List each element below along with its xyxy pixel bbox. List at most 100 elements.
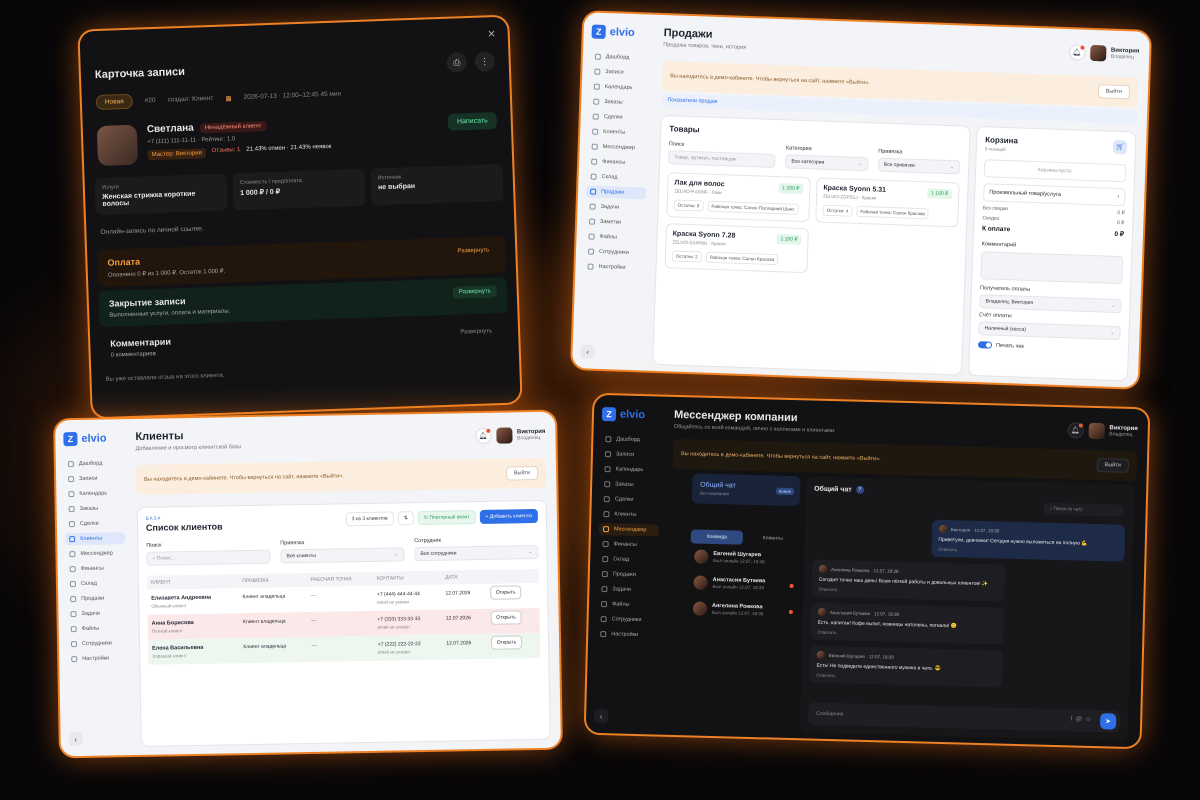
exit-button[interactable]: Выйти xyxy=(505,465,539,481)
reply-link[interactable]: Ответить xyxy=(816,673,996,683)
reply-link[interactable]: Ответить xyxy=(818,587,998,597)
sidebar-item[interactable]: Сделки xyxy=(600,493,660,507)
sidebar-item[interactable]: Финансы xyxy=(598,538,658,552)
print-icon[interactable]: ⎙ xyxy=(446,52,468,73)
sidebar-item[interactable]: Финансы xyxy=(66,562,126,575)
collapse-icon[interactable]: ‹ xyxy=(68,731,83,747)
account-select[interactable]: Наличный (касса) ⌄ xyxy=(978,321,1121,341)
collapse-icon[interactable]: ‹ xyxy=(593,708,609,724)
user-menu[interactable]: 🔔︎ Виктория Владелец xyxy=(1067,419,1138,442)
sidebar-item[interactable]: Дашборд xyxy=(601,433,661,447)
product-card[interactable]: Лак для волос ZELVIO-PJ20NF · Лаки 1 200 ₽… xyxy=(666,172,811,223)
sidebar-item[interactable]: Заказы xyxy=(65,502,125,515)
expand-button[interactable]: Развернуть xyxy=(454,325,498,339)
bell-icon[interactable]: 🔔︎ xyxy=(1067,421,1084,439)
sidebar-item[interactable]: Дашборд xyxy=(64,457,124,470)
category-select[interactable]: Все категории ⌄ xyxy=(785,154,869,172)
tab-clients[interactable]: Клиенты xyxy=(747,531,799,546)
emoji-icon[interactable]: ☺ xyxy=(1085,717,1094,723)
sidebar-item[interactable]: Склад xyxy=(598,553,658,567)
sidebar-item[interactable]: Клиенты xyxy=(599,508,659,522)
contact-item[interactable]: Анастасия Бутаева Был онлайн 12.07, 18:39 xyxy=(689,569,798,598)
sidebar-item-sales[interactable]: Продажи xyxy=(585,185,647,200)
collapse-icon[interactable]: ‹ xyxy=(580,344,595,359)
binding-select[interactable]: Все привязки ⌄ xyxy=(877,157,961,175)
reviews-chip[interactable]: Отзывы: 1 xyxy=(212,147,241,158)
staff-select[interactable]: Все сотрудники ⌄ xyxy=(414,544,539,562)
sidebar-item[interactable]: Сотрудники xyxy=(596,613,656,627)
sidebar-item[interactable]: Заказы xyxy=(600,478,660,492)
sidebar-item[interactable]: Задачи xyxy=(597,583,657,597)
sidebar-item[interactable]: Календарь xyxy=(600,463,660,477)
binding-select[interactable]: Все клиенты ⌄ xyxy=(280,547,405,564)
sidebar-item[interactable]: Мессенджер xyxy=(587,140,647,154)
write-button[interactable]: Написать xyxy=(447,112,498,131)
reply-link[interactable]: Ответить xyxy=(817,630,997,640)
sidebar-item[interactable]: Склад xyxy=(66,577,126,590)
user-menu[interactable]: 🔔︎ Виктория Владелец xyxy=(474,424,546,446)
sidebar-item[interactable]: Склад xyxy=(586,170,646,184)
info-icon[interactable]: ? xyxy=(855,485,864,494)
arbitrary-item-button[interactable]: Произвольный товар/услуга › xyxy=(983,183,1126,207)
add-client-button[interactable]: + Добавить клиента xyxy=(479,508,538,524)
more-icon[interactable]: ⋮ xyxy=(474,51,496,72)
sidebar-item[interactable]: Записи xyxy=(64,472,124,485)
sidebar-item[interactable]: Сделки xyxy=(589,110,649,124)
contact-item[interactable]: Ангелина Рожкова Был онлайн 12.07, 18:38 xyxy=(689,595,798,624)
payee-select[interactable]: Владелец: Виктория ⌄ xyxy=(979,294,1122,314)
sort-icon[interactable]: ⇅ xyxy=(397,511,415,526)
product-card[interactable]: Краска Syonn 7.28 ZELVIO-ZAXFBU · Краски 1… xyxy=(664,223,809,274)
repeat-visit-button[interactable]: ↻ Повторный визит xyxy=(417,510,476,526)
sidebar-item[interactable]: Продажи xyxy=(66,592,126,605)
expand-button[interactable]: Развернуть xyxy=(451,244,495,258)
cart-icon[interactable]: 🛒︎ xyxy=(1112,139,1128,155)
bell-icon[interactable]: 🔔︎ xyxy=(474,427,492,444)
sidebar-item[interactable]: Файлы xyxy=(584,230,644,244)
reply-link[interactable]: Ответить xyxy=(938,547,1118,557)
close-icon[interactable]: ✕ xyxy=(487,29,496,40)
source-select[interactable]: Источник не выбран xyxy=(370,163,504,206)
sidebar-item[interactable]: Сотрудники xyxy=(584,245,644,259)
sidebar-item[interactable]: Файлы xyxy=(597,598,657,612)
sidebar-item-clients[interactable]: Клиенты xyxy=(65,532,126,546)
sidebar-item[interactable]: Заметки xyxy=(585,215,645,229)
general-chat-item[interactable]: Общий чат Вся компания новое xyxy=(691,473,801,507)
exit-button[interactable]: Выйти xyxy=(1097,84,1131,100)
open-button[interactable]: Открыть xyxy=(490,610,523,625)
sidebar-item[interactable]: Файлы xyxy=(67,622,127,635)
open-button[interactable]: Открыть xyxy=(489,585,522,600)
send-button[interactable]: ➤ xyxy=(1099,713,1117,730)
sidebar-item[interactable]: Настройки xyxy=(596,628,656,642)
sidebar-item[interactable]: Записи xyxy=(601,448,661,462)
mention-icon[interactable]: @ xyxy=(1076,717,1085,723)
sidebar-item[interactable]: Продажи xyxy=(598,568,658,582)
message-input[interactable]: Сообщение ⌇@☺ ➤ xyxy=(807,702,1121,733)
sidebar-item[interactable]: Дашборд xyxy=(591,50,651,64)
open-button[interactable]: Открыть xyxy=(490,635,523,650)
search-input[interactable]: Товар, артикул, поставщик xyxy=(668,150,776,168)
user-menu[interactable]: 🔔︎ Виктория Владелец xyxy=(1068,41,1140,64)
product-card[interactable]: Краска Syonn 5.31 ZELVIO-ZGP5GJ · Краски 1… xyxy=(815,177,960,228)
bell-icon[interactable]: 🔔︎ xyxy=(1068,43,1086,61)
expand-button[interactable]: Развернуть xyxy=(452,285,497,299)
print-toggle[interactable]: Печать чек xyxy=(977,341,1120,353)
sidebar-item-messenger[interactable]: Мессенджер xyxy=(598,522,660,537)
sidebar-item[interactable]: Настройки xyxy=(67,652,127,665)
sidebar-item[interactable]: Настройки xyxy=(583,260,643,274)
sidebar-item[interactable]: Календарь xyxy=(64,487,124,500)
sidebar-item[interactable]: Записи xyxy=(590,65,650,79)
tab-team[interactable]: Команда xyxy=(690,529,744,545)
sidebar-item[interactable]: Мессенджер xyxy=(65,547,125,560)
sidebar-item[interactable]: Задачи xyxy=(585,200,645,214)
sidebar-item[interactable]: Сотрудники xyxy=(67,637,127,650)
sidebar-item[interactable]: Клиенты xyxy=(588,125,648,139)
sidebar-item[interactable]: Финансы xyxy=(587,155,647,169)
contact-item[interactable]: Евгений Шугарев Был онлайн 12.07, 18:40 xyxy=(690,543,799,572)
sidebar-item[interactable]: Заказы xyxy=(589,95,649,109)
sidebar-item[interactable]: Календарь xyxy=(590,80,650,94)
sidebar-item[interactable]: Сделки xyxy=(65,517,125,530)
search-input[interactable]: ⌕ Поиск... xyxy=(146,549,271,566)
exit-button[interactable]: Выйти xyxy=(1096,457,1130,473)
comment-field[interactable] xyxy=(980,251,1124,285)
chat-search-input[interactable]: ⌕ Поиск по чату xyxy=(1043,502,1124,517)
